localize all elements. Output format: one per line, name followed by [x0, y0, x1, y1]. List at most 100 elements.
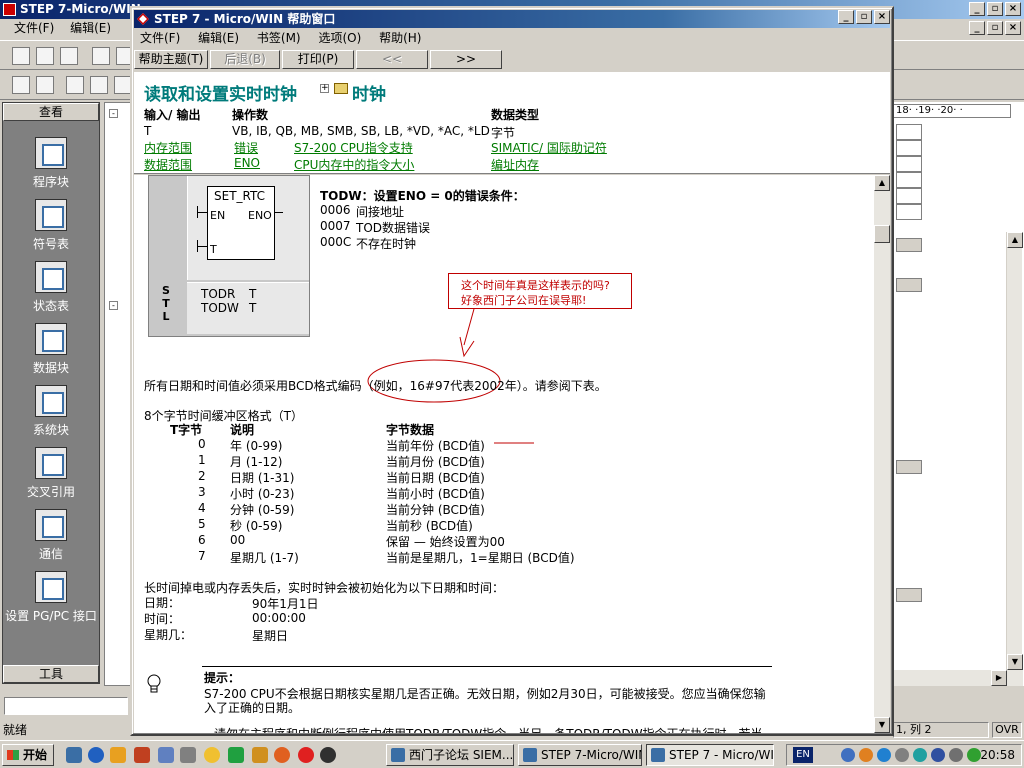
main-menu-file[interactable]: 文件(F) [14, 21, 54, 35]
tray-security-icon[interactable] [931, 748, 945, 762]
qq-icon[interactable] [320, 747, 336, 763]
help-menu-edit[interactable]: 编辑(E) [198, 31, 239, 45]
addressing-memory-link[interactable]: 编址内存 [491, 156, 539, 173]
ie-icon[interactable] [88, 747, 104, 763]
upload-icon[interactable] [228, 747, 244, 763]
help-menu-options[interactable]: 选项(O) [318, 31, 361, 45]
nav-item-program-block[interactable]: 程序块 [3, 137, 99, 190]
topic-content[interactable]: SET_RTC EN ENO T TODR T TODW T S T L TOD… [134, 175, 874, 733]
scroll-down-icon[interactable]: ▼ [874, 717, 890, 733]
tree-collapse-icon[interactable]: - [109, 301, 118, 310]
expand-icon[interactable]: + [320, 84, 329, 93]
help-title-bar[interactable]: STEP 7 - Micro/WIN 帮助窗口 [134, 10, 890, 28]
firefox-icon[interactable] [274, 747, 290, 763]
ladder-element[interactable] [896, 460, 922, 474]
delete-network-icon[interactable] [36, 76, 54, 94]
help-scroll-thumb[interactable] [874, 225, 890, 243]
main-minimize-button[interactable]: _ [969, 2, 985, 16]
insert-network-icon[interactable] [12, 76, 30, 94]
new-file-icon[interactable] [12, 47, 30, 65]
main-close-button[interactable]: × [1005, 2, 1021, 16]
error-link[interactable]: 错误 [234, 139, 258, 156]
scroll-down-icon[interactable]: ▼ [1007, 654, 1023, 670]
nav-item-cross-reference[interactable]: 交叉引用 [3, 447, 99, 500]
task-step7-main[interactable]: STEP 7-Micro/WIN... [518, 744, 642, 766]
main-menu-edit[interactable]: 编辑(E) [70, 21, 111, 35]
player-icon[interactable] [298, 747, 314, 763]
s7-200-support-link[interactable]: S7-200 CPU指令支持 [294, 139, 413, 156]
show-desktop-icon[interactable] [66, 747, 82, 763]
help-topics-button[interactable]: 帮助主题(T) [134, 50, 208, 69]
help-close-button[interactable]: × [874, 10, 890, 24]
mdi-close-button[interactable]: × [1005, 21, 1021, 35]
editor-vertical-scrollbar[interactable]: ▲ ▼ [1006, 232, 1023, 670]
cpu-instruction-size-link[interactable]: CPU内存中的指令大小 [294, 156, 414, 173]
messenger-icon[interactable] [877, 748, 891, 762]
nav-footer-tools[interactable]: 工具 [3, 665, 99, 683]
scroll-up-icon[interactable]: ▲ [874, 175, 890, 191]
tray-app-icon[interactable] [859, 748, 873, 762]
tray-update-icon[interactable] [967, 748, 981, 762]
breadcrumb-clock-link[interactable]: 时钟 [352, 80, 386, 105]
nav-item-communications[interactable]: 通信 [3, 509, 99, 562]
main-maximize-button[interactable]: ▫ [987, 2, 1003, 16]
stl-view-icon[interactable] [90, 76, 108, 94]
editor-grid-cell[interactable] [896, 124, 922, 140]
help-vertical-scrollbar[interactable]: ▲ ▼ [874, 175, 890, 733]
back-button[interactable]: 后退(B) [210, 50, 280, 69]
volume-icon[interactable] [949, 748, 963, 762]
start-button[interactable]: 开始 [2, 744, 54, 766]
nav-item-system-block[interactable]: 系统块 [3, 385, 99, 438]
simatic-mnemonic-link[interactable]: SIMATIC/ 国际助记符 [491, 139, 607, 156]
clock[interactable]: 20:58 [980, 745, 1015, 765]
music-icon[interactable] [134, 747, 150, 763]
output-field[interactable] [4, 697, 128, 715]
help-menu-help[interactable]: 帮助(H) [379, 31, 421, 45]
nav-header-view[interactable]: 查看 [3, 103, 99, 121]
tree-collapse-icon[interactable]: - [109, 109, 118, 118]
open-file-icon[interactable] [36, 47, 54, 65]
document-icon[interactable] [180, 747, 196, 763]
editor-grid-cell[interactable] [896, 156, 922, 172]
ladder-element[interactable] [896, 278, 922, 292]
language-indicator[interactable]: EN [793, 747, 813, 763]
tray-sync-icon[interactable] [913, 748, 927, 762]
tray-tool-icon[interactable] [895, 748, 909, 762]
editor-grid-cell[interactable] [896, 172, 922, 188]
nav-item-data-block[interactable]: 数据块 [3, 323, 99, 376]
nav-item-status-chart[interactable]: 状态表 [3, 261, 99, 314]
print-icon[interactable] [92, 47, 110, 65]
save-all-icon[interactable] [60, 47, 78, 65]
mdi-minimize-button[interactable]: _ [969, 21, 985, 35]
task-forum-browser[interactable]: 西门子论坛 SIEM... [386, 744, 514, 766]
ladder-element[interactable] [896, 588, 922, 602]
media-player-icon[interactable] [110, 747, 126, 763]
help-maximize-button[interactable]: ▫ [856, 10, 872, 24]
folder-icon[interactable] [334, 83, 348, 94]
shield-icon[interactable] [252, 747, 268, 763]
editor-grid-cell[interactable] [896, 188, 922, 204]
data-range-link[interactable]: 数据范围 [144, 156, 192, 173]
calculator-icon[interactable] [158, 747, 174, 763]
nav-item-set-pg-pc-interface[interactable]: 设置 PG/PC 接口 [3, 571, 99, 624]
previous-topic-button[interactable]: << [356, 50, 428, 69]
memory-range-link[interactable]: 内存范围 [144, 139, 192, 156]
scroll-up-icon[interactable]: ▲ [1007, 232, 1023, 248]
editor-grid-cell[interactable] [896, 204, 922, 220]
help-menu-file[interactable]: 文件(F) [140, 31, 180, 45]
editor-grid-cell[interactable] [896, 140, 922, 156]
editor-horizontal-scrollbar[interactable]: ▶ [893, 670, 1023, 686]
network-icon[interactable] [841, 748, 855, 762]
mdi-restore-button[interactable]: ▫ [987, 21, 1003, 35]
nav-item-symbol-table[interactable]: 符号表 [3, 199, 99, 252]
help-minimize-button[interactable]: _ [838, 10, 854, 24]
clock-icon[interactable] [204, 747, 220, 763]
scroll-right-icon[interactable]: ▶ [991, 670, 1007, 686]
task-step7-help[interactable]: STEP 7 - Micro/WI... [646, 744, 774, 766]
next-topic-button[interactable]: >> [430, 50, 502, 69]
ladder-element[interactable] [896, 238, 922, 252]
ladder-view-icon[interactable] [66, 76, 84, 94]
print-button[interactable]: 打印(P) [282, 50, 354, 69]
help-menu-bookmark[interactable]: 书签(M) [257, 31, 301, 45]
eno-link[interactable]: ENO [234, 156, 260, 170]
